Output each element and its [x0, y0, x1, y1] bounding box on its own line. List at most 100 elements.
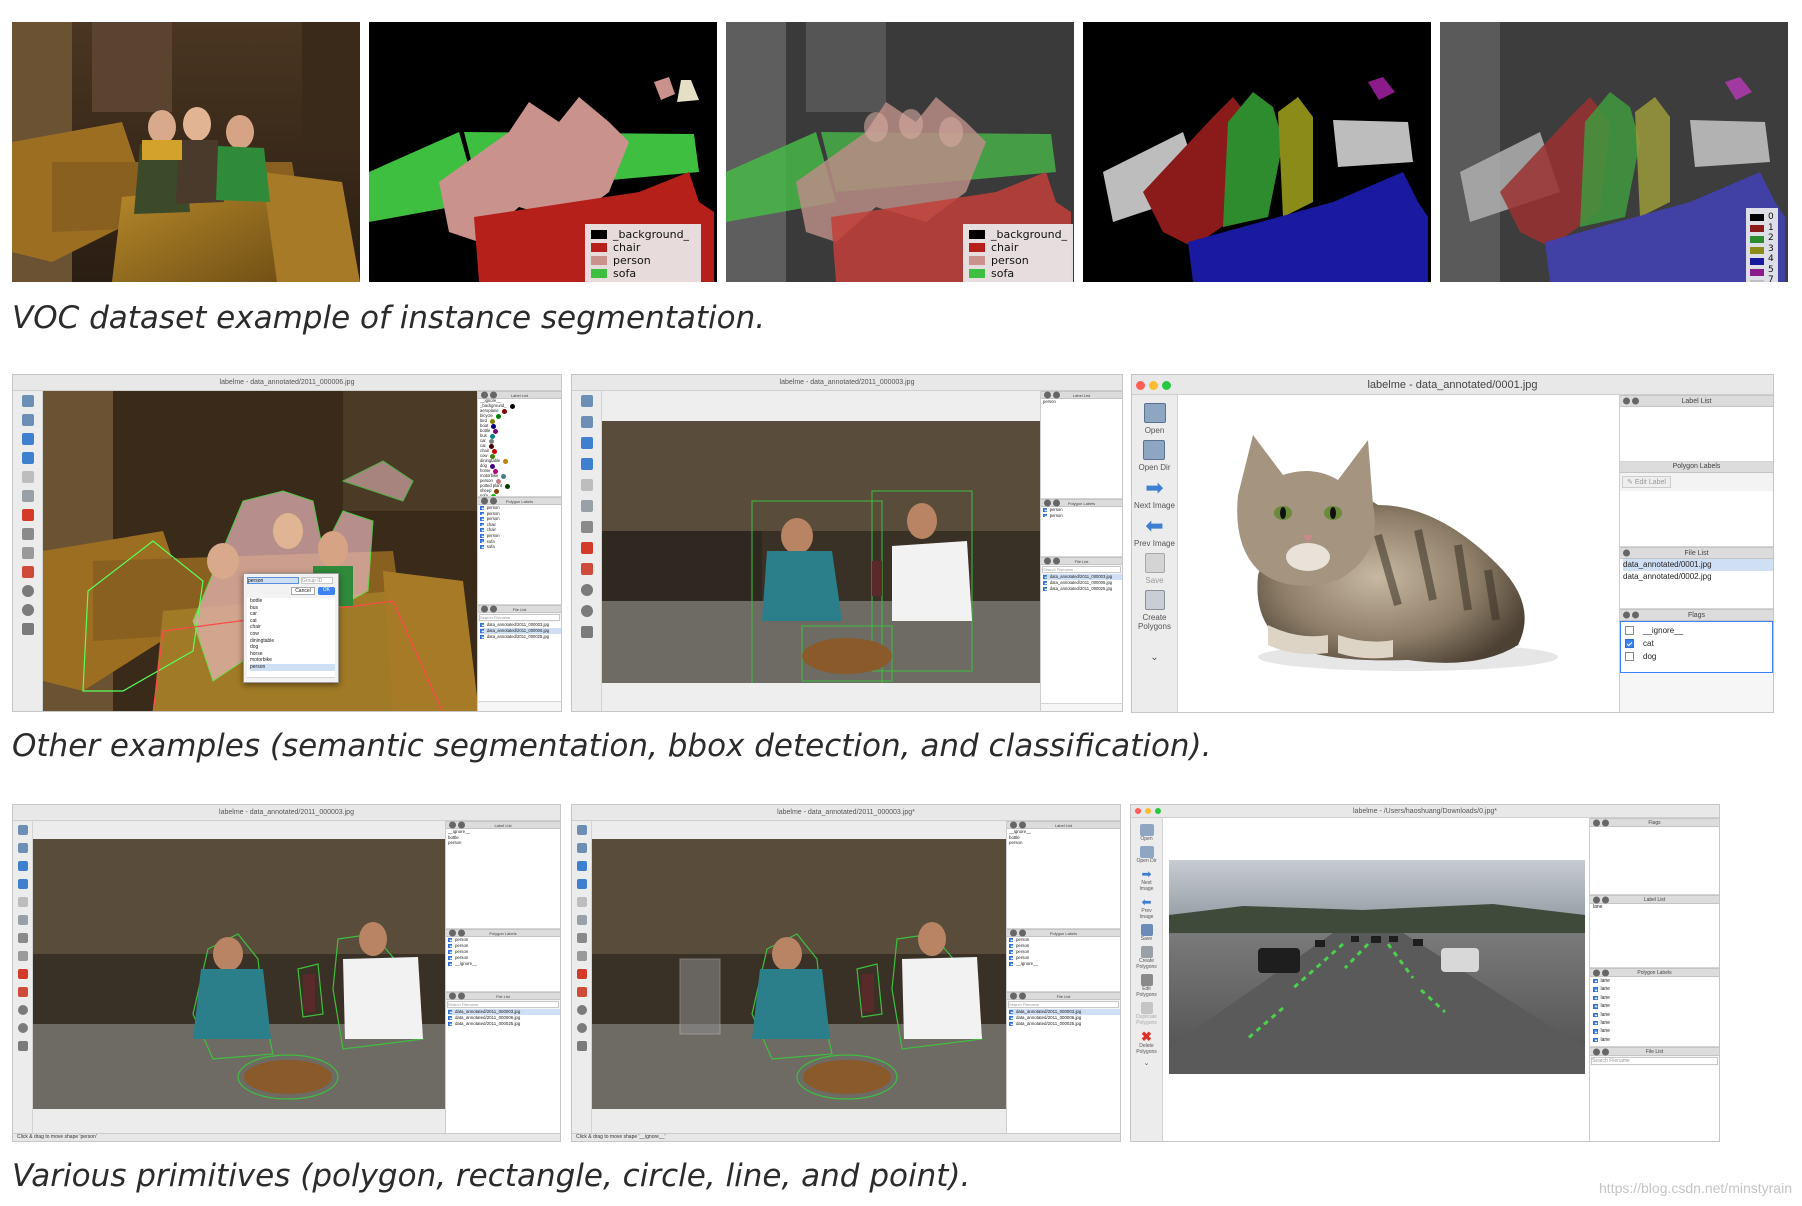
flag-checkbox[interactable]: [1625, 626, 1634, 635]
search-filename-input[interactable]: Search Filename: [1042, 566, 1121, 573]
checkbox[interactable]: [480, 539, 484, 544]
search-filename-input[interactable]: Search Filename: [479, 614, 560, 621]
edit-polygons-icon[interactable]: [17, 933, 28, 943]
zoom-out-icon[interactable]: [17, 1023, 28, 1033]
checkbox[interactable]: [448, 938, 452, 942]
create-polygons-icon[interactable]: [17, 915, 28, 925]
duplicate-polygons-icon[interactable]: [576, 951, 587, 961]
checkbox[interactable]: [480, 629, 484, 633]
checkbox[interactable]: [1009, 1010, 1013, 1014]
open-button[interactable]: Open: [1139, 824, 1154, 842]
checkbox[interactable]: [1009, 1016, 1013, 1020]
checkbox[interactable]: [448, 1016, 452, 1020]
zoom-out-icon[interactable]: [21, 604, 34, 616]
create-polygons-button[interactable]: Create Polygons: [1133, 590, 1177, 631]
list-item[interactable]: cow: [250, 631, 335, 638]
fit-window-icon[interactable]: [580, 626, 593, 638]
delete-polygons-icon[interactable]: [21, 509, 34, 521]
list-item[interactable]: data_annotated/2011_000025.jpg: [448, 1021, 560, 1027]
save-button[interactable]: Save: [1144, 553, 1165, 585]
list-item[interactable]: person: [1009, 840, 1120, 846]
minimize-window-button[interactable]: [1149, 381, 1158, 390]
checkbox[interactable]: [1009, 950, 1013, 954]
flag-item[interactable]: __ignore__: [1625, 624, 1768, 637]
zoom-out-icon[interactable]: [576, 1023, 587, 1033]
prev-image-icon[interactable]: [17, 879, 28, 889]
open-dir-button[interactable]: Open Dir: [1137, 846, 1157, 864]
checkbox[interactable]: [1593, 1012, 1598, 1018]
image-canvas[interactable]: [1163, 818, 1591, 1141]
next-image-icon[interactable]: [580, 437, 593, 449]
list-item[interactable]: person: [448, 840, 560, 846]
prev-image-button[interactable]: ⬅ Prev Image: [1134, 515, 1175, 549]
open-dir-icon[interactable]: [576, 843, 587, 853]
list-item[interactable]: motorbike: [250, 657, 335, 664]
list-item[interactable]: bottle: [250, 598, 335, 605]
list-item[interactable]: lane: [1593, 1002, 1719, 1010]
open-icon[interactable]: [576, 825, 587, 835]
checkbox[interactable]: [448, 956, 452, 960]
checkbox[interactable]: [1593, 995, 1598, 1001]
checkbox[interactable]: [448, 1010, 452, 1014]
save-icon[interactable]: [17, 897, 28, 907]
checkbox[interactable]: [480, 545, 484, 549]
fit-window-icon[interactable]: [21, 623, 34, 635]
edit-label-button[interactable]: ✎ Edit Label: [1622, 476, 1671, 488]
checkbox[interactable]: [480, 522, 484, 527]
next-image-button[interactable]: ➡ Next Image: [1137, 868, 1157, 892]
flag-item[interactable]: cat: [1625, 637, 1768, 650]
close-window-button[interactable]: [1135, 808, 1141, 814]
save-icon[interactable]: [580, 479, 593, 491]
checkbox[interactable]: [480, 623, 484, 627]
search-filename-input[interactable]: Search Filename: [447, 1001, 559, 1008]
open-dir-icon[interactable]: [17, 843, 28, 853]
list-item[interactable]: car: [250, 611, 335, 618]
chevron-down-icon[interactable]: ⌄: [1150, 652, 1158, 663]
zoom-in-icon[interactable]: [17, 1005, 28, 1015]
prev-image-icon[interactable]: [21, 452, 34, 464]
next-image-button[interactable]: ➡ Next Image: [1134, 477, 1175, 511]
checkbox[interactable]: [480, 505, 484, 510]
float-dock-icon[interactable]: [1632, 397, 1639, 405]
create-polygons-button[interactable]: Create Polygons: [1134, 946, 1160, 970]
checkbox[interactable]: [1043, 507, 1047, 512]
list-item[interactable]: data_annotated/0002.jpg: [1623, 571, 1773, 583]
list-item[interactable]: data_annotated/0001.jpg: [1623, 559, 1773, 571]
checkbox[interactable]: [1593, 1020, 1598, 1026]
minimize-window-button[interactable]: [1145, 808, 1151, 814]
list-item[interactable]: lane: [1593, 1011, 1719, 1019]
open-dir-icon[interactable]: [21, 414, 34, 426]
undo-icon[interactable]: [21, 566, 34, 578]
checkbox[interactable]: [1593, 987, 1598, 992]
delete-polygons-icon[interactable]: [580, 542, 593, 554]
create-polygons-icon[interactable]: [21, 490, 34, 502]
image-canvas[interactable]: [33, 839, 445, 1109]
list-item[interactable]: __ignore__: [1009, 961, 1120, 967]
image-canvas[interactable]: [592, 839, 1006, 1109]
edit-polygons-icon[interactable]: [21, 528, 34, 540]
zoom-in-icon[interactable]: [21, 585, 34, 597]
image-canvas[interactable]: person Group ID Cancel OK bottle bus car ca…: [43, 391, 479, 711]
edit-polygons-button[interactable]: Edit Polygons: [1134, 974, 1160, 998]
save-icon[interactable]: [576, 897, 587, 907]
float-dock-icon[interactable]: [1632, 611, 1639, 619]
prev-image-icon[interactable]: [580, 458, 593, 470]
close-dock-icon[interactable]: [1623, 611, 1630, 619]
create-polygons-icon[interactable]: [576, 915, 587, 925]
list-item[interactable]: lane: [1593, 1019, 1719, 1027]
checkbox[interactable]: [480, 528, 484, 533]
checkbox[interactable]: [1593, 978, 1598, 984]
edit-polygons-icon[interactable]: [580, 521, 593, 533]
zoom-window-button[interactable]: [1155, 808, 1161, 814]
delete-polygons-button[interactable]: ✖ Delete Polygons: [1134, 1030, 1160, 1055]
flag-checkbox[interactable]: [1625, 639, 1634, 648]
list-item[interactable]: lane: [1593, 1036, 1719, 1044]
list-item[interactable]: lane: [1593, 994, 1719, 1002]
list-item[interactable]: __ignore__: [448, 961, 560, 967]
search-filename-input[interactable]: Search Filename: [1591, 1057, 1718, 1065]
zoom-in-icon[interactable]: [576, 1005, 587, 1015]
checkbox[interactable]: [448, 962, 452, 966]
image-canvas[interactable]: [602, 391, 1040, 711]
checkbox[interactable]: [448, 1022, 452, 1026]
list-item[interactable]: cat: [250, 618, 335, 625]
